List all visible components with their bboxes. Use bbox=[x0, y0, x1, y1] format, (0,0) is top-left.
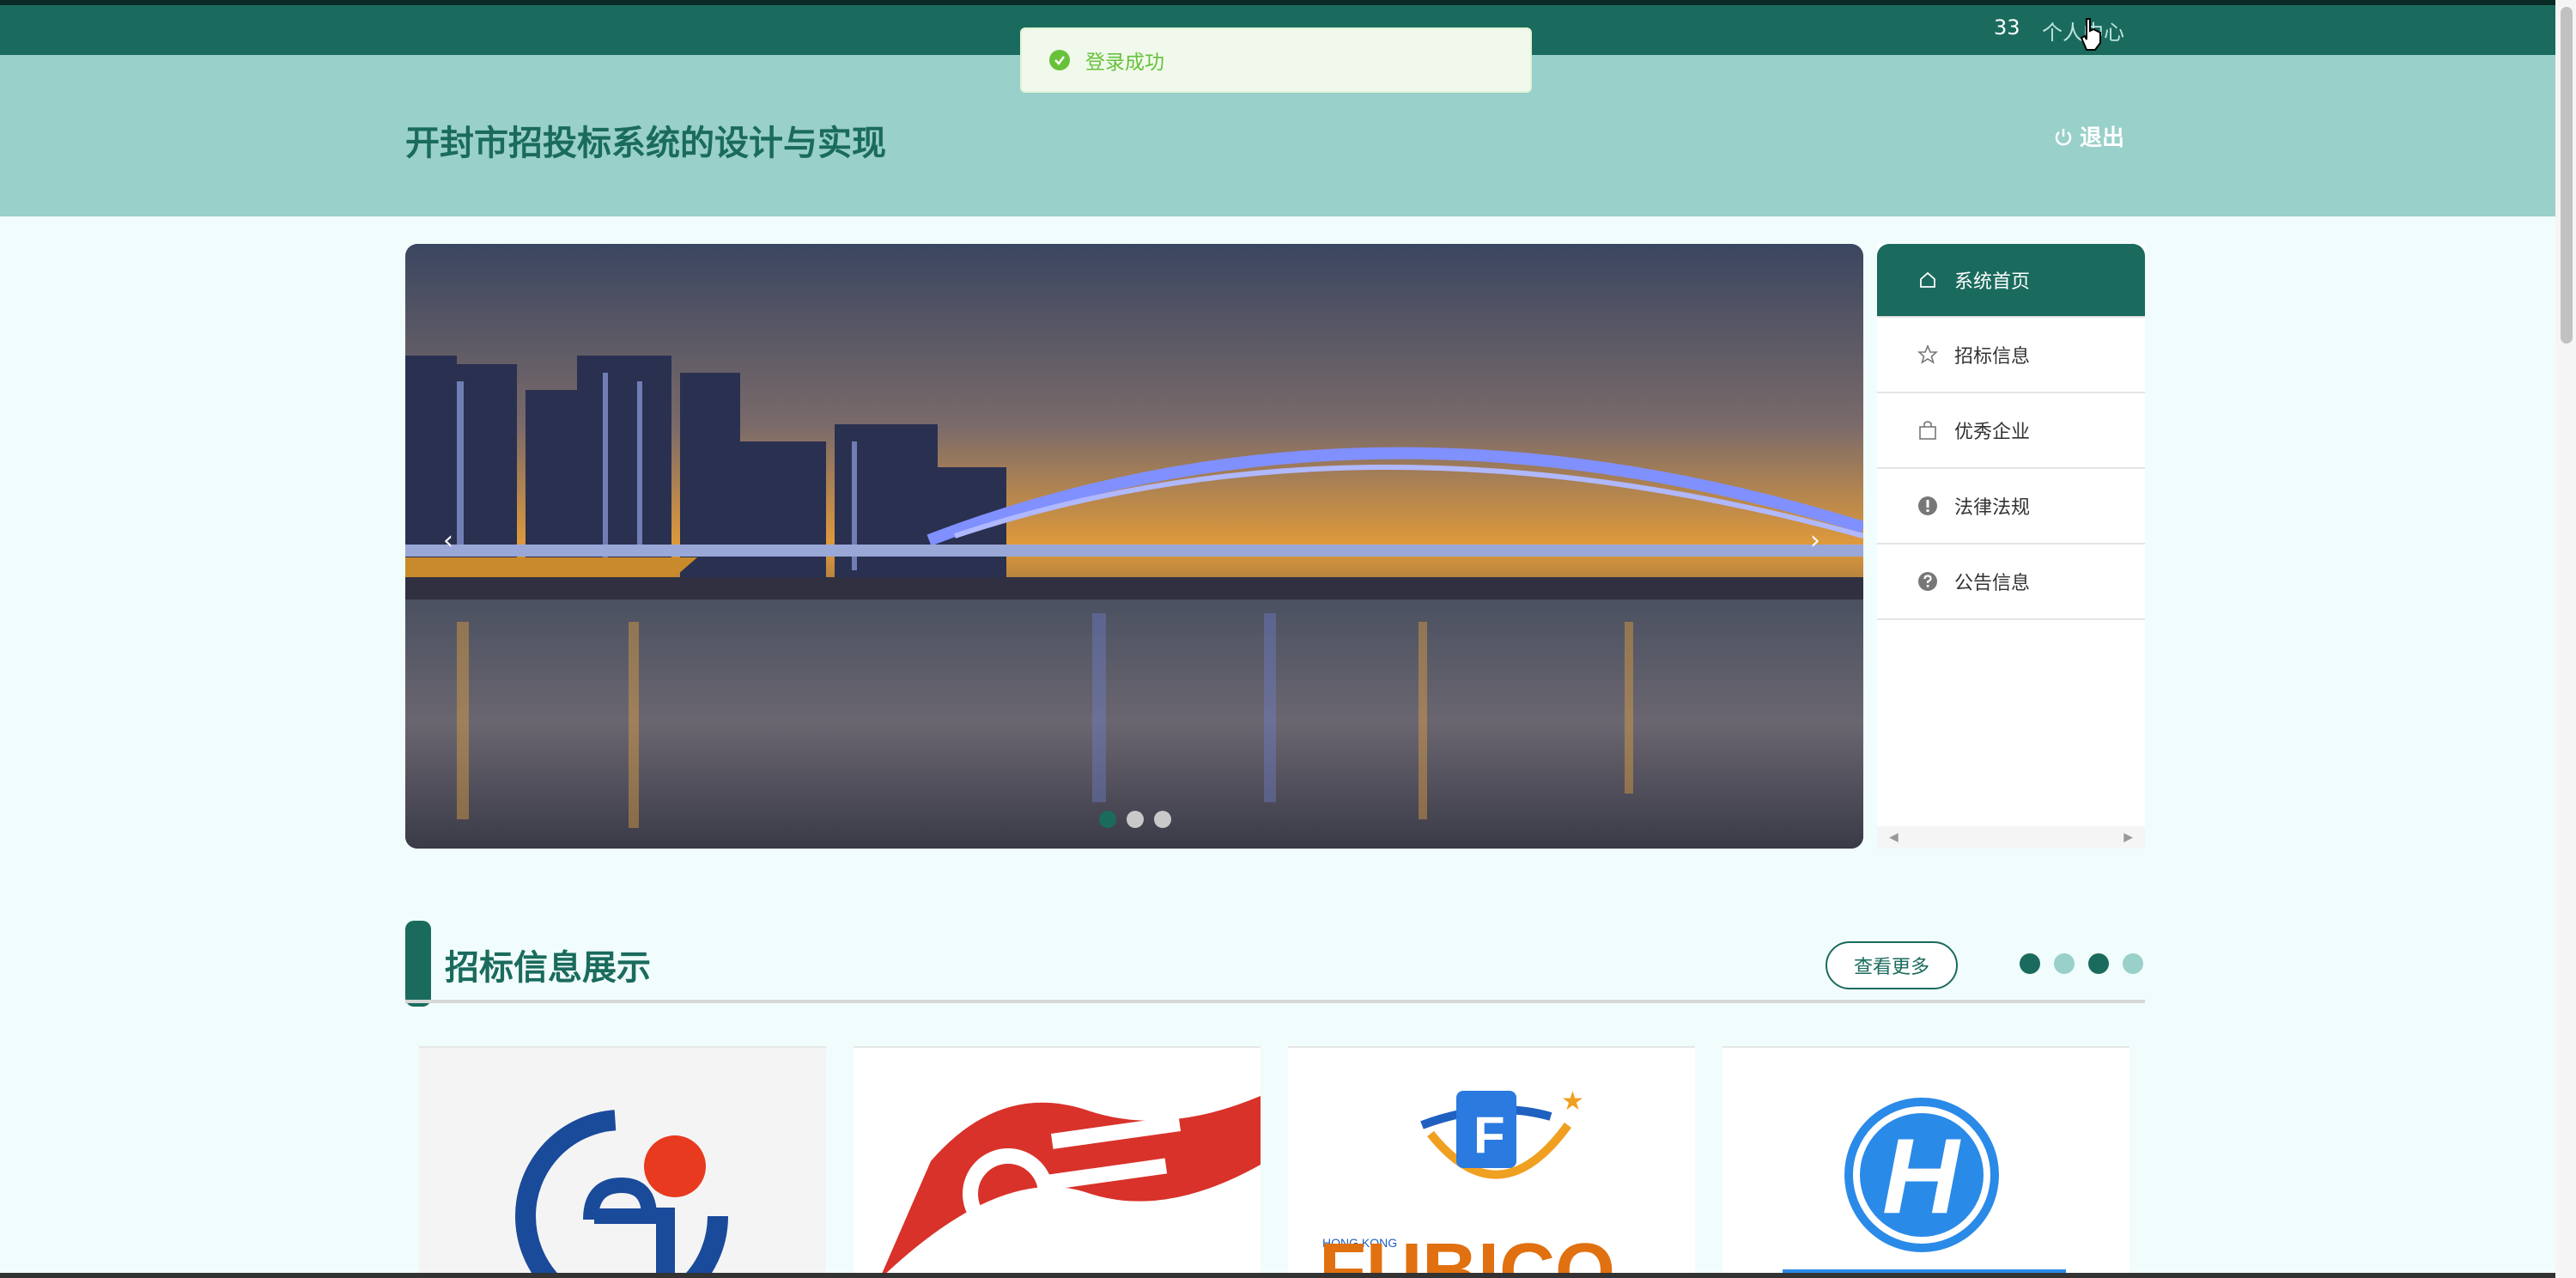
sidebar-item-label: 优秀企业 bbox=[1954, 422, 2031, 443]
info-icon bbox=[1917, 495, 1939, 517]
sidebar-item-announcements[interactable]: 公告信息 bbox=[1877, 545, 2145, 620]
user-count: 33 bbox=[1994, 15, 2020, 40]
sidebar-item-laws[interactable]: 法律法规 bbox=[1877, 469, 2145, 545]
red-flag-logo bbox=[879, 1096, 1261, 1278]
carousel-next-icon[interactable]: › bbox=[1810, 526, 1820, 556]
view-more-button[interactable]: 查看更多 bbox=[1826, 941, 1958, 989]
pagination-dot[interactable] bbox=[2054, 953, 2075, 974]
success-toast: 登录成功 bbox=[1020, 27, 1532, 93]
ei-logo bbox=[515, 1110, 728, 1278]
carousel-prev-icon[interactable]: ‹ bbox=[443, 526, 453, 556]
sidebar-item-tender-info[interactable]: 招标信息 bbox=[1877, 318, 2145, 393]
scroll-left-icon[interactable]: ◀ bbox=[1889, 831, 1899, 844]
carousel-indicators bbox=[1099, 811, 1171, 828]
hong-kong-fubico-logo: F ★ HONG KONG FUBICO bbox=[1319, 1086, 1615, 1278]
tender-card[interactable] bbox=[854, 1046, 1261, 1278]
city-bridge-night-image bbox=[405, 244, 1863, 849]
home-icon bbox=[1917, 269, 1939, 291]
pagination-dot[interactable] bbox=[2088, 953, 2109, 974]
check-circle-icon bbox=[1049, 50, 1070, 70]
svg-text:★: ★ bbox=[1561, 1086, 1584, 1117]
site-title: 开封市招投标系统的设计与实现 bbox=[405, 124, 886, 163]
pagination-dot[interactable] bbox=[2123, 953, 2143, 974]
banner-carousel[interactable]: ‹ › bbox=[405, 244, 1863, 849]
carousel-dot[interactable] bbox=[1154, 811, 1171, 828]
logout-button[interactable]: 退出 bbox=[2054, 120, 2124, 152]
section-accent-bar bbox=[405, 921, 431, 1007]
scroll-right-icon[interactable]: ▶ bbox=[2123, 831, 2133, 844]
sidebar-menu: 系统首页 招标信息 优秀企业 法律法规 公告信息 ◀ ▶ bbox=[1877, 244, 2145, 849]
horizontal-scrollbar[interactable]: ◀ ▶ bbox=[1877, 826, 2145, 849]
section-title: 招标信息展示 bbox=[445, 948, 651, 988]
sidebar-item-label: 系统首页 bbox=[1954, 271, 2031, 293]
power-icon bbox=[2055, 128, 2072, 145]
sidebar-item-label: 法律法规 bbox=[1954, 497, 2031, 519]
h-circle-logo: H bbox=[1783, 1098, 2066, 1278]
svg-text:H: H bbox=[1882, 1117, 1961, 1236]
sidebar-item-home[interactable]: 系统首页 bbox=[1877, 244, 2145, 318]
tender-card[interactable]: H bbox=[1722, 1046, 2129, 1278]
hand-cursor-icon bbox=[2080, 18, 2101, 51]
sidebar-item-excellent-companies[interactable]: 优秀企业 bbox=[1877, 393, 2145, 469]
carousel-dot[interactable] bbox=[1127, 811, 1144, 828]
window-bottom-edge bbox=[0, 1273, 2555, 1278]
star-icon bbox=[1917, 344, 1939, 366]
pagination-dot[interactable] bbox=[2020, 953, 2040, 974]
section-pagination-dots bbox=[2020, 953, 2143, 974]
carousel-dot[interactable] bbox=[1099, 811, 1116, 828]
section-divider bbox=[405, 1000, 2145, 1003]
svg-text:F: F bbox=[1473, 1106, 1505, 1164]
tender-card[interactable] bbox=[419, 1046, 826, 1278]
toast-message: 登录成功 bbox=[1085, 52, 1164, 74]
sidebar-item-label: 公告信息 bbox=[1954, 573, 2031, 594]
bag-icon bbox=[1917, 419, 1939, 441]
tender-card-list: F ★ HONG KONG FUBICO H bbox=[419, 1046, 2129, 1278]
question-icon bbox=[1917, 570, 1939, 593]
window-edge bbox=[0, 0, 2555, 5]
vertical-scrollbar[interactable] bbox=[2555, 0, 2576, 1278]
svg-text:FUBICO: FUBICO bbox=[1319, 1228, 1615, 1278]
logout-label: 退出 bbox=[2080, 125, 2125, 151]
scrollbar-thumb[interactable] bbox=[2561, 7, 2573, 344]
tender-card[interactable]: F ★ HONG KONG FUBICO bbox=[1288, 1046, 1695, 1278]
sidebar-item-label: 招标信息 bbox=[1954, 346, 2031, 368]
